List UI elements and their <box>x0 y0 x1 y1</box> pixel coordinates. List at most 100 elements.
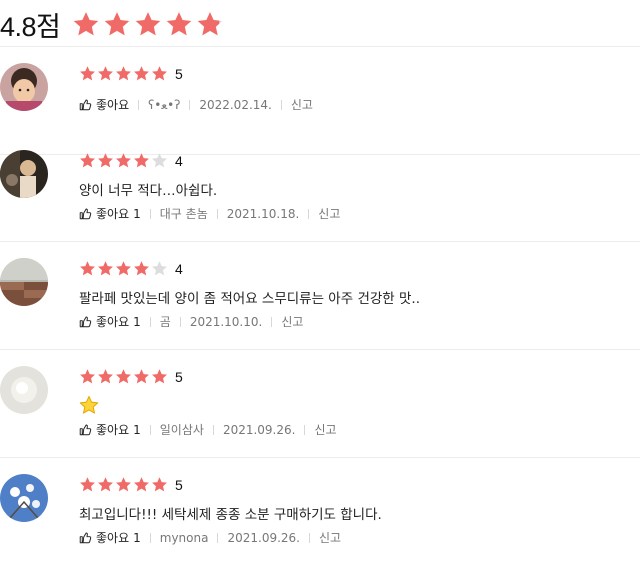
star-icon <box>152 66 167 81</box>
avatar[interactable] <box>0 150 48 198</box>
thumbs-up-icon <box>79 532 92 544</box>
review-meta: 좋아요 1 대구 촌놈 2021.10.18. 신고 <box>79 205 340 222</box>
thumbs-up-icon <box>79 316 92 328</box>
review-rating: 5 <box>79 65 183 82</box>
star-icon <box>105 12 130 36</box>
rating-stars <box>79 65 168 82</box>
thumbs-up-icon <box>79 208 92 220</box>
divider <box>280 99 282 110</box>
like-button[interactable]: 좋아요 1 <box>79 421 141 438</box>
divider <box>179 316 181 327</box>
star-icon <box>74 12 99 36</box>
review-item: 5 최고입니다!!! 세탁세제 종종 소분 구매하기도 합니다. 좋아요 1 m… <box>0 458 640 565</box>
like-label: 좋아요 <box>96 531 130 545</box>
review-author[interactable]: 대구 촌놈 <box>160 205 208 222</box>
review-date: 2021.09.26. <box>227 530 300 545</box>
rating-score: 5 <box>175 65 183 82</box>
star-icon <box>116 153 131 168</box>
empty-star-icon <box>152 261 167 276</box>
review-meta: 좋아요 ʕ•ﻌ•ʔ 2022.02.14. 신고 <box>79 96 313 113</box>
review-author[interactable]: ʕ•ﻌ•ʔ <box>148 98 180 112</box>
star-icon <box>134 477 149 492</box>
review-rating: 5 <box>79 368 183 385</box>
rating-score: 4 <box>175 152 183 169</box>
rating-score: 4 <box>175 260 183 277</box>
report-button[interactable]: 신고 <box>319 529 341 546</box>
rating-stars <box>79 368 168 385</box>
star-icon <box>116 66 131 81</box>
report-button[interactable]: 신고 <box>281 313 303 330</box>
star-icon <box>134 261 149 276</box>
review-date: 2021.10.10. <box>189 314 263 329</box>
like-button[interactable]: 좋아요 <box>79 96 129 113</box>
report-button[interactable]: 신고 <box>291 96 313 113</box>
rating-stars <box>79 260 168 277</box>
like-button[interactable]: 좋아요 1 <box>79 205 141 222</box>
review-date: 2021.10.18. <box>226 206 300 221</box>
avatar[interactable] <box>0 258 48 306</box>
review-text: 팔라페 맛있는데 양이 좀 적어요 스무디류는 아주 건강한 맛.. <box>79 291 420 307</box>
report-button[interactable]: 신고 <box>314 421 336 438</box>
review-rating: 4 <box>79 260 183 277</box>
report-button[interactable]: 신고 <box>318 205 340 222</box>
star-icon <box>80 261 95 276</box>
like-button[interactable]: 좋아요 1 <box>79 529 141 546</box>
star-icon <box>98 261 113 276</box>
like-button[interactable]: 좋아요 1 <box>79 313 141 330</box>
divider <box>149 532 151 543</box>
star-icon <box>134 66 149 81</box>
star-icon <box>98 369 113 384</box>
star-icon <box>167 12 192 36</box>
divider <box>138 99 140 110</box>
average-stars <box>72 10 224 38</box>
star-icon <box>134 369 149 384</box>
star-icon <box>134 153 149 168</box>
avatar[interactable] <box>0 63 48 111</box>
review-item: 4 양이 너무 적다…아쉽다. 좋아요 1 대구 촌놈 2021.10.18. … <box>0 134 640 242</box>
divider <box>149 424 151 435</box>
review-rating: 5 <box>79 476 183 493</box>
like-label: 좋아요 <box>96 423 130 437</box>
rating-stars <box>79 476 168 493</box>
review-date: 2021.09.26. <box>222 422 296 437</box>
review-author[interactable]: 일이삼사 <box>160 421 204 438</box>
review-author[interactable]: 곰 <box>160 313 171 330</box>
rating-score: 5 <box>175 368 183 385</box>
review-text: 최고입니다!!! 세탁세제 종종 소분 구매하기도 합니다. <box>79 507 382 523</box>
thumbs-up-icon <box>79 424 92 436</box>
like-label: 좋아요 <box>96 207 130 221</box>
star-icon <box>152 369 167 384</box>
divider <box>189 99 191 110</box>
divider <box>216 208 218 219</box>
average-score: 4.8점 <box>0 11 61 42</box>
star-icon <box>80 369 95 384</box>
review-item: 5 좋아요 1 일이삼사 2021.09.26. 신고 <box>0 350 640 458</box>
like-count: 1 <box>133 422 141 437</box>
star-emoji-icon <box>79 395 99 415</box>
partial-star-icon <box>198 12 223 36</box>
thumbs-up-icon <box>79 99 92 111</box>
empty-star-icon <box>152 153 167 168</box>
divider <box>309 532 310 543</box>
star-icon <box>98 66 113 81</box>
avatar[interactable] <box>0 366 48 414</box>
star-icon <box>98 477 113 492</box>
avatar[interactable] <box>0 474 48 522</box>
review-meta: 좋아요 1 곰 2021.10.10. 신고 <box>79 313 303 330</box>
star-icon <box>116 261 131 276</box>
star-icon <box>80 153 95 168</box>
star-icon <box>98 153 113 168</box>
divider <box>308 208 310 219</box>
like-count: 1 <box>133 530 141 545</box>
like-count: 1 <box>133 206 141 221</box>
review-meta: 좋아요 1 일이삼사 2021.09.26. 신고 <box>79 421 337 438</box>
star-icon <box>136 12 161 36</box>
review-author[interactable]: mynona <box>160 531 209 545</box>
divider <box>271 316 273 327</box>
star-icon <box>116 477 131 492</box>
rating-stars <box>79 152 168 169</box>
rating-summary: 4.8점 <box>0 6 224 42</box>
review-rating: 4 <box>79 152 183 169</box>
rating-score: 5 <box>175 476 183 493</box>
review-date: 2022.02.14. <box>199 97 272 112</box>
